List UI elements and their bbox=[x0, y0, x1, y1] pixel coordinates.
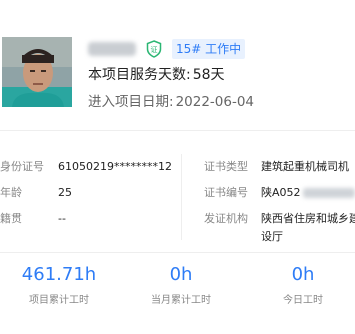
age-value: 25 bbox=[58, 186, 72, 199]
service-days-value: 58天 bbox=[192, 67, 225, 83]
status-badge: 15# 工作中 bbox=[172, 39, 246, 59]
entry-date-value: 2022-06-04 bbox=[175, 94, 255, 110]
cert-no-row: 证书编号 bbox=[204, 186, 248, 200]
stat-month-hours: 0h 当月累计工时 bbox=[122, 262, 240, 308]
stat-value: 0h bbox=[291, 264, 315, 285]
cert-no-label: 证书编号 bbox=[204, 186, 248, 199]
origin-label: 籍贯 bbox=[0, 212, 22, 225]
column-divider bbox=[181, 154, 182, 240]
issuer-row: 发证机构 bbox=[204, 212, 248, 226]
entry-date: 进入项目日期: 2022-06-04 bbox=[88, 93, 254, 111]
cert-no-value: 陕A052 bbox=[261, 186, 301, 199]
issuer-value-line2: 设厅 bbox=[261, 230, 283, 243]
id-row: 身份证号 bbox=[0, 160, 44, 174]
cert-no-redacted bbox=[302, 188, 355, 198]
service-days: 本项目服务天数: 58天 bbox=[88, 66, 225, 84]
svg-text:证: 证 bbox=[151, 46, 158, 54]
work-hours-stats: 461.71h 项目累计工时 0h 当月累计工时 0h 今日工时 bbox=[0, 262, 355, 322]
avatar-photo bbox=[2, 37, 72, 107]
stat-value: 0h bbox=[169, 264, 193, 285]
origin-value: -- bbox=[58, 212, 66, 225]
age-row: 年龄 bbox=[0, 186, 22, 200]
worker-name-redacted bbox=[88, 42, 136, 56]
stat-label: 今日工时 bbox=[283, 295, 323, 306]
origin-value-row: -- bbox=[58, 212, 66, 226]
worker-header: 证 15# 工作中 本项目服务天数: 58天 进入项目日期: 2022-06-04 bbox=[0, 0, 355, 128]
id-value: 61050219********12 bbox=[58, 160, 172, 173]
stat-project-hours: 461.71h 项目累计工时 bbox=[0, 262, 118, 308]
cert-type-value-row: 建筑起重机械司机 bbox=[261, 160, 349, 174]
cert-type-label: 证书类型 bbox=[204, 160, 248, 173]
issuer-value-row: 陕西省住房和城乡建 bbox=[261, 212, 355, 226]
stat-today-hours: 0h 今日工时 bbox=[244, 262, 355, 308]
entry-date-label: 进入项目日期: bbox=[88, 94, 174, 110]
divider bbox=[0, 130, 355, 131]
id-value-row: 61050219********12 bbox=[58, 160, 172, 174]
service-days-label: 本项目服务天数: bbox=[88, 67, 191, 83]
issuer-label: 发证机构 bbox=[204, 212, 248, 225]
cert-type-row: 证书类型 bbox=[204, 160, 248, 174]
age-value-row: 25 bbox=[58, 186, 72, 200]
issuer-value-line1: 陕西省住房和城乡建 bbox=[261, 212, 355, 225]
stat-label: 项目累计工时 bbox=[29, 295, 89, 306]
stat-value: 461.71h bbox=[21, 264, 97, 285]
origin-row: 籍贯 bbox=[0, 212, 22, 226]
age-label: 年龄 bbox=[0, 186, 22, 199]
cert-no-value-row: 陕A052 bbox=[261, 186, 355, 200]
issuer-value-row-2: 设厅 bbox=[261, 230, 283, 244]
shield-check-icon: 证 bbox=[146, 40, 162, 58]
divider bbox=[0, 252, 355, 253]
cert-type-value: 建筑起重机械司机 bbox=[261, 160, 349, 173]
stat-label: 当月累计工时 bbox=[151, 295, 211, 306]
id-label: 身份证号 bbox=[0, 160, 44, 173]
avatar bbox=[2, 37, 72, 107]
